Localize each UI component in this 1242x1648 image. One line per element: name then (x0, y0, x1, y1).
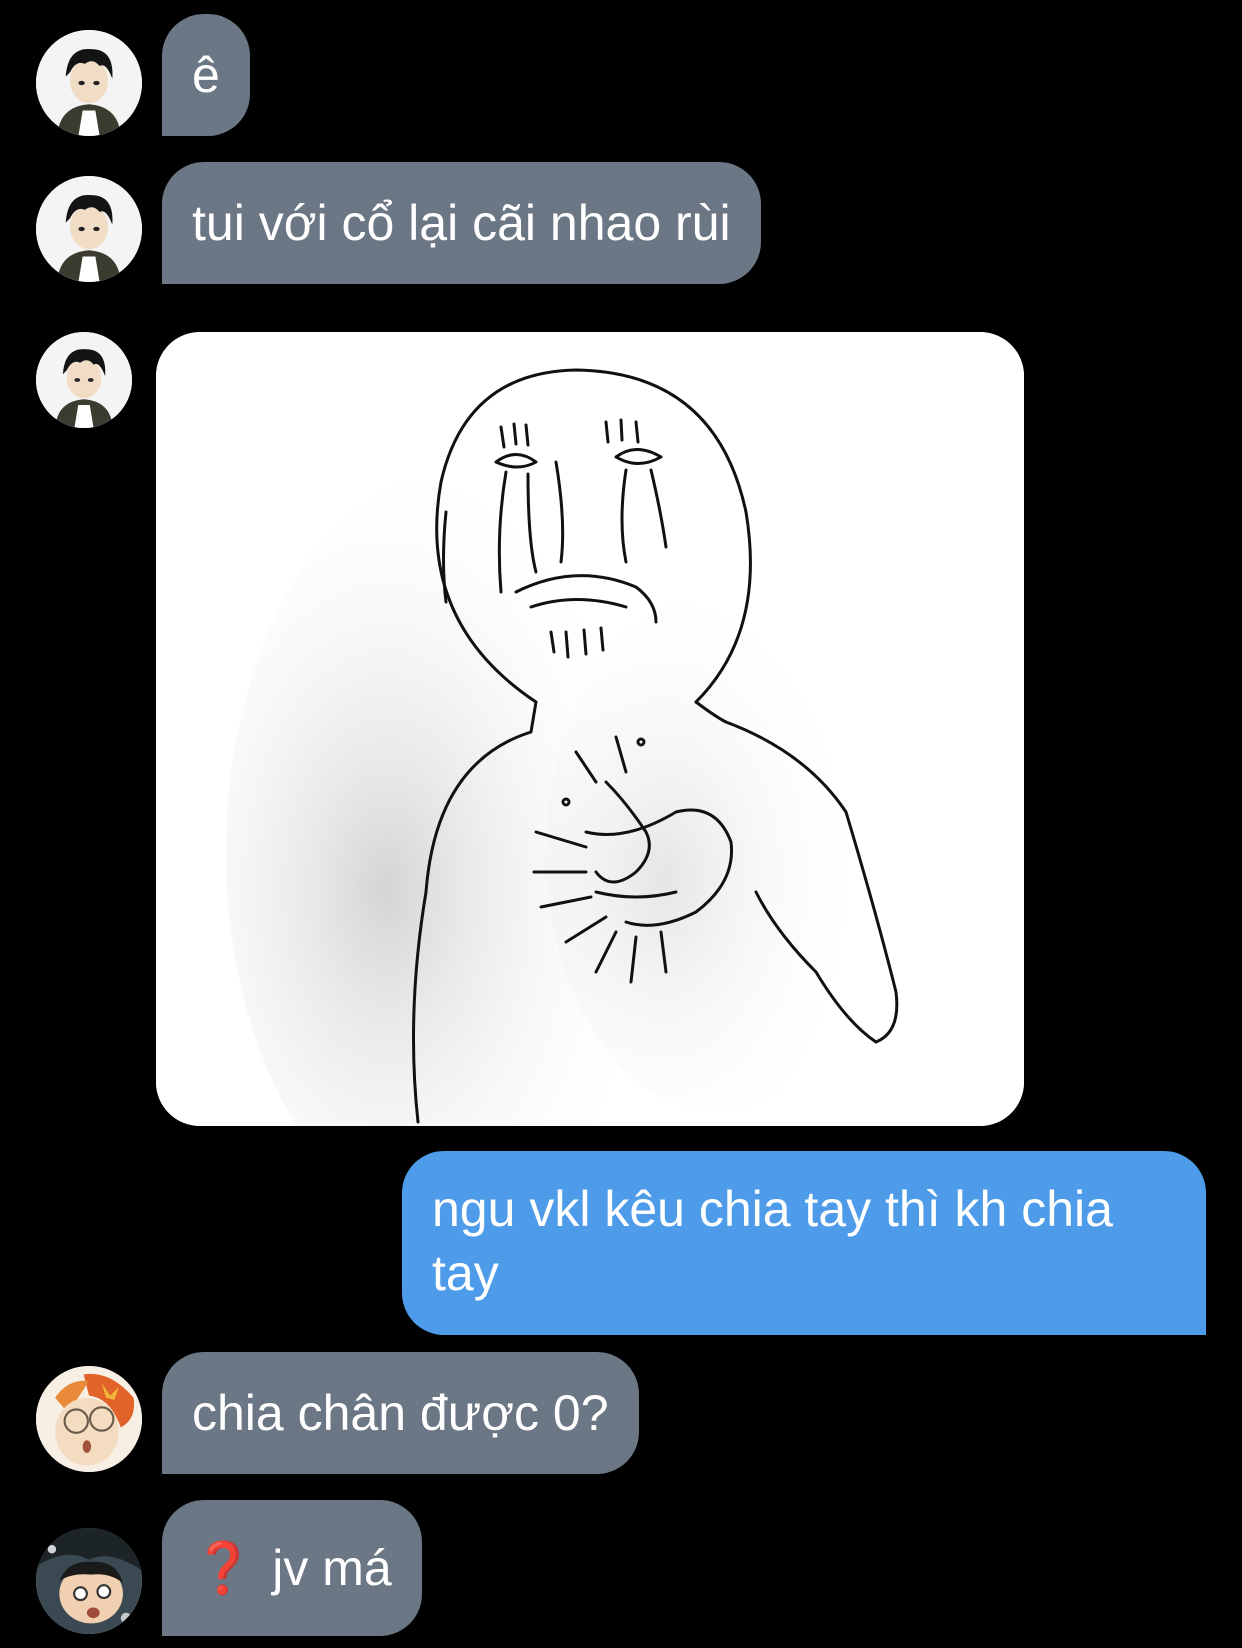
image-message[interactable] (156, 332, 1024, 1126)
message-bubble[interactable]: tui với cổ lại cãi nhao rùi (162, 162, 761, 284)
hinata-avatar-icon (36, 1366, 142, 1472)
message-bubble[interactable]: ê (162, 14, 250, 136)
nishinoya-avatar-icon (36, 1528, 142, 1634)
akaashi-avatar-icon (36, 30, 142, 136)
message-bubble[interactable]: ❓ jv má (162, 1500, 422, 1636)
sender-avatar[interactable] (36, 332, 132, 428)
message-text: chia chân được 0? (192, 1385, 609, 1441)
sender-avatar[interactable] (36, 1528, 142, 1634)
akaashi-avatar-icon (36, 176, 142, 282)
crying-meme-drawing-icon (156, 332, 1024, 1126)
message-text: tui với cổ lại cãi nhao rùi (192, 195, 731, 251)
message-text: ê (192, 47, 220, 103)
outgoing-message-bubble[interactable]: ngu vkl kêu chia tay thì kh chia tay (402, 1151, 1206, 1335)
akaashi-avatar-icon (36, 332, 132, 428)
sender-avatar[interactable] (36, 1366, 142, 1472)
message-bubble[interactable]: chia chân được 0? (162, 1352, 639, 1474)
sender-avatar[interactable] (36, 30, 142, 136)
message-text: jv má (272, 1540, 392, 1596)
question-mark-emoji: ❓ (192, 1540, 255, 1596)
sender-avatar[interactable] (36, 176, 142, 282)
message-text: ngu vkl kêu chia tay thì kh chia tay (432, 1181, 1113, 1301)
